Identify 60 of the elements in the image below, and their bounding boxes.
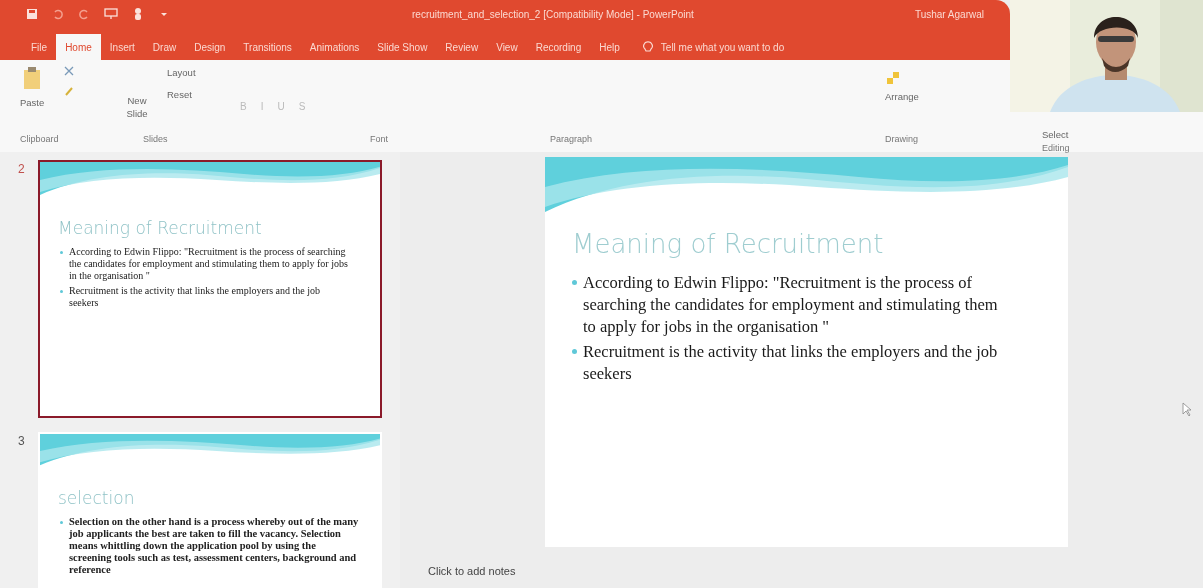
- thumbnail-title: selection: [58, 487, 136, 510]
- ribbon-tab[interactable]: Design: [185, 34, 235, 60]
- redo-icon[interactable]: [78, 8, 90, 20]
- reset-button[interactable]: Reset: [167, 88, 196, 103]
- new-slide-button[interactable]: New Slide: [123, 66, 151, 120]
- clipboard-icon: [23, 66, 42, 90]
- bullet-icon: [60, 250, 63, 254]
- ribbon-tab[interactable]: Transitions: [234, 34, 301, 60]
- undo-icon[interactable]: [52, 8, 64, 20]
- layout-button[interactable]: Layout: [167, 66, 196, 81]
- group-label: Font: [369, 132, 389, 146]
- ribbon-tab[interactable]: Home: [56, 34, 101, 60]
- bullet-text: Recruitment is the activity that links the employers and the job seekers: [583, 341, 999, 385]
- mouse-pointer-icon: [1182, 402, 1192, 417]
- cut-icon[interactable]: [64, 66, 75, 76]
- group-label: Drawing: [885, 132, 919, 146]
- bullet-icon: [572, 349, 577, 354]
- bullet-icon: [60, 520, 63, 524]
- bullet-text: Recruitment is the activity that links the employers and the job seekers: [69, 284, 322, 309]
- tell-me-field[interactable]: Tell me what you want to do: [642, 34, 785, 60]
- bullet-text: According to Edwin Flippo: "Recruitment is the process of searching the candidates for employment and stimulating them to apply for jobs in the organisation ": [583, 272, 999, 338]
- thumbnail-title: Meaning of Recruitment: [58, 217, 263, 240]
- notes-placeholder[interactable]: Click to add notes: [428, 565, 516, 577]
- ribbon-tab[interactable]: View: [487, 34, 527, 60]
- group-label: Paragraph: [550, 132, 594, 146]
- window-title: recruitment_and_selection_2 [Compatibility Mode] - PowerPoint: [412, 7, 694, 22]
- format-button[interactable]: B: [240, 99, 247, 114]
- format-button[interactable]: U: [277, 99, 285, 114]
- bullet-text: According to Edwin Flippo: "Recruitment is the process of searching the candidates for employment and stimulating them to apply for jobs in the organisation ": [69, 245, 349, 282]
- lightbulb-icon: [642, 40, 653, 54]
- ribbon-tab[interactable]: Help: [590, 34, 629, 60]
- ribbon-tab[interactable]: Slide Show: [368, 34, 437, 60]
- bullet-icon: [60, 289, 63, 293]
- paste-button[interactable]: Paste: [20, 66, 45, 111]
- slide-number: 2: [18, 161, 26, 178]
- slide-title: Meaning of Recruitment: [572, 228, 885, 261]
- shapes-icon: [885, 70, 901, 86]
- slide-thumbnail[interactable]: [38, 432, 382, 588]
- ribbon-tab[interactable]: Animations: [300, 34, 369, 60]
- format-button[interactable]: S: [298, 99, 306, 114]
- ribbon-tab[interactable]: Draw: [143, 34, 186, 60]
- slide-number: 3: [18, 433, 26, 450]
- dropdown-icon[interactable]: [160, 10, 168, 18]
- select-button[interactable]: Select: [1042, 128, 1203, 143]
- bullet-text: Selection on the other hand is a process whereby out of the many job applicants the best are taken to fill the vacancy. Selection means whittling down the application pool by using the screening tools such as test, assessment centers, background and reference: [69, 515, 359, 576]
- save-icon[interactable]: [26, 8, 38, 20]
- presentation-icon[interactable]: [104, 8, 118, 20]
- group-label: Editing: [1042, 142, 1071, 156]
- ribbon-tab[interactable]: Insert: [100, 34, 144, 60]
- tell-me-placeholder: Tell me what you want to do: [660, 40, 785, 55]
- user-name[interactable]: Tushar Agarwal: [914, 6, 984, 22]
- arrange-button[interactable]: Arrange: [885, 70, 995, 105]
- bullet-icon: [572, 280, 577, 285]
- ribbon-tab[interactable]: Review: [436, 34, 488, 60]
- group-label: Slides: [142, 132, 169, 146]
- group-label: Clipboard: [20, 132, 60, 146]
- ribbon-tab[interactable]: File: [22, 34, 57, 60]
- slide-thumbnail[interactable]: [38, 160, 382, 418]
- format-painter-icon[interactable]: [64, 86, 75, 96]
- ribbon-tab[interactable]: Recording: [526, 34, 591, 60]
